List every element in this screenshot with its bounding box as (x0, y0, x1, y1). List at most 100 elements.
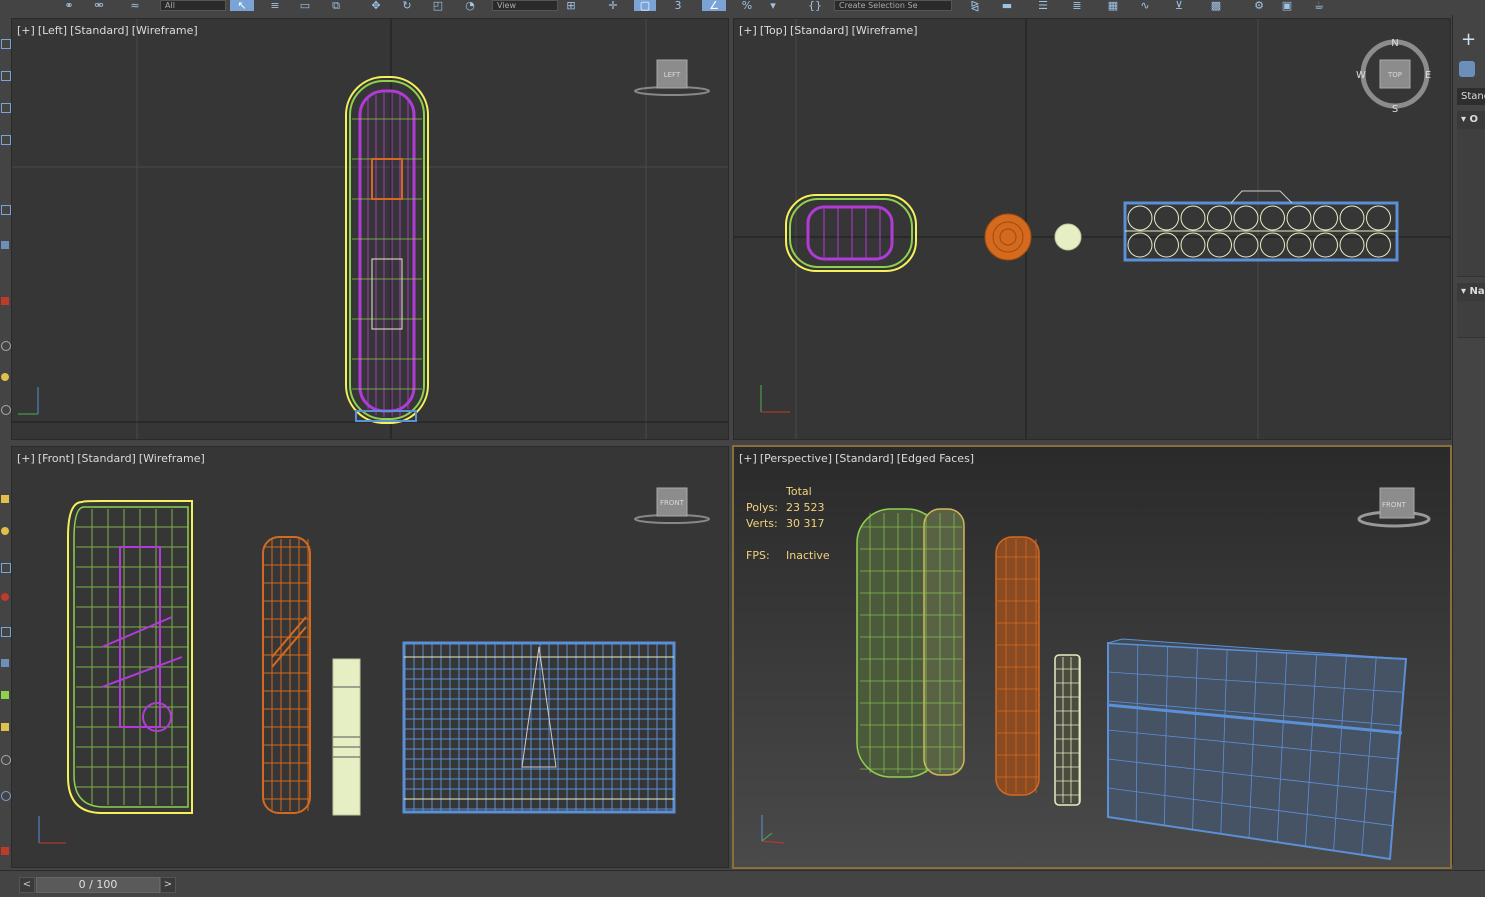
spinner-snap-icon[interactable]: ▾ (764, 0, 782, 12)
layer-explorer-icon[interactable]: ≣ (1066, 0, 1088, 12)
viewport-view-name[interactable]: [Top] (760, 24, 787, 37)
viewport-front[interactable]: FRONT [+] [Front] [Standard] [Wireframe] (11, 446, 729, 868)
orange-cylinder-top[interactable] (984, 213, 1032, 261)
viewport-standard[interactable]: [Standard] (77, 452, 136, 465)
viewport-label[interactable]: [+] [Top] [Standard] [Wireframe] (739, 24, 921, 37)
viewcube[interactable] (1357, 487, 1431, 528)
selection-filter-dropdown[interactable]: All (160, 0, 226, 11)
tool-icon[interactable] (1, 71, 11, 81)
curve-editor-icon[interactable]: ∿ (1134, 0, 1156, 12)
blue-box-front[interactable] (402, 641, 676, 814)
cream-stick-perspective[interactable] (1054, 654, 1081, 806)
manipulate-icon[interactable]: ✛ (602, 0, 624, 12)
object-category-dropdown[interactable]: Stand (1457, 88, 1485, 105)
viewport-shading-mode[interactable]: [Edged Faces] (897, 452, 974, 465)
schematic-view-icon[interactable]: ⊻ (1168, 0, 1190, 12)
object-type-rollout[interactable]: ▾ O (1457, 111, 1485, 129)
rotate-icon[interactable]: ↻ (398, 0, 416, 12)
tool-icon[interactable] (1, 341, 11, 351)
rect-selection-icon[interactable]: ▭ (296, 0, 314, 12)
window-crossing-icon[interactable]: ⧉ (326, 0, 346, 12)
tool-icon[interactable] (1, 135, 11, 145)
viewcube[interactable] (634, 487, 710, 524)
name-color-rollout[interactable]: ▾ Na (1457, 283, 1485, 301)
tool-icon[interactable] (1, 103, 11, 113)
percent-snap-icon[interactable]: % (736, 0, 758, 12)
viewport-menu[interactable]: [+] (17, 24, 35, 37)
device-front-wireframe[interactable] (67, 500, 193, 814)
viewport-view-name[interactable]: [Left] (38, 24, 67, 37)
render-icon[interactable]: ☕ (1308, 0, 1330, 12)
material-editor-icon[interactable]: ▩ (1204, 0, 1228, 12)
named-selection-field[interactable]: Create Selection Se (834, 0, 952, 11)
viewport-left[interactable]: LEFT [+] [Left] [Standard] [Wireframe] (11, 18, 729, 440)
viewport-menu[interactable]: [+] (739, 24, 757, 37)
reference-coordinate-dropdown[interactable]: View (492, 0, 558, 11)
blue-box-perspective[interactable] (1107, 638, 1408, 861)
tool-icon[interactable] (1, 373, 9, 381)
viewport-menu[interactable]: [+] (17, 452, 35, 465)
viewport-view-name[interactable]: [Front] (38, 452, 74, 465)
angle-snap-button[interactable]: ∠ (702, 0, 726, 12)
viewport-standard[interactable]: [Standard] (790, 24, 849, 37)
tool-icon[interactable] (1, 723, 9, 731)
tool-icon[interactable] (1, 791, 11, 801)
orange-cylinder-front[interactable] (262, 536, 311, 814)
geometry-icon[interactable] (1459, 61, 1475, 77)
ribbon-icon[interactable]: ▦ (1102, 0, 1124, 12)
tool-icon[interactable] (1, 847, 9, 855)
device-perspective[interactable] (856, 508, 965, 778)
keyboard-shortcut-button[interactable]: ▢ (634, 0, 656, 12)
viewport-label[interactable]: [+] [Front] [Standard] [Wireframe] (17, 452, 208, 465)
tool-icon[interactable] (1, 405, 11, 415)
viewport-shading-mode[interactable]: [Wireframe] (132, 24, 198, 37)
cream-stick-top[interactable] (1054, 223, 1082, 251)
link-icon[interactable]: ⚭ (62, 0, 76, 12)
select-by-name-icon[interactable]: ≡ (264, 0, 286, 12)
viewport-top[interactable]: TOP N S E W [+] [Top] [Standard] [Wireframe… (733, 18, 1451, 440)
viewport-standard[interactable]: [Standard] (835, 452, 894, 465)
rendered-frame-icon[interactable]: ▣ (1276, 0, 1298, 12)
viewcube-compass[interactable] (1360, 39, 1430, 109)
device-wireframe[interactable] (345, 76, 429, 424)
viewport-menu[interactable]: [+] (739, 452, 757, 465)
tool-icon[interactable] (1, 527, 9, 535)
scene-explorer-icon[interactable]: ☰ (1032, 0, 1054, 12)
bind-spacewarp-icon[interactable]: ≈ (126, 0, 144, 12)
snaps-icon[interactable]: 3 (668, 0, 688, 12)
tool-icon[interactable] (1, 691, 9, 699)
move-icon[interactable]: ✥ (366, 0, 386, 12)
viewport-standard[interactable]: [Standard] (70, 24, 129, 37)
device-top-wireframe[interactable] (785, 194, 917, 272)
tool-icon[interactable] (1, 563, 11, 573)
unlink-icon[interactable]: ⚮ (92, 0, 106, 12)
select-object-button[interactable]: ↖ (230, 0, 254, 12)
tool-icon[interactable] (1, 627, 11, 637)
align-icon[interactable]: ▬ (996, 0, 1018, 12)
viewport-label[interactable]: [+] [Left] [Standard] [Wireframe] (17, 24, 201, 37)
orange-cylinder-perspective[interactable] (995, 536, 1040, 796)
edit-named-selection-icon[interactable]: {} (804, 0, 826, 12)
tool-icon[interactable] (1, 755, 11, 765)
time-slider[interactable]: 0 / 100 (36, 877, 160, 893)
cream-stick-front[interactable] (332, 658, 361, 816)
tool-icon[interactable] (1, 297, 9, 305)
viewport-shading-mode[interactable]: [Wireframe] (852, 24, 918, 37)
next-frame-button[interactable]: > (160, 877, 176, 893)
tool-icon[interactable] (1, 495, 9, 503)
viewport-label[interactable]: [+] [Perspective] [Standard] [Edged Faces] (739, 452, 977, 465)
viewport-view-name[interactable]: [Perspective] (760, 452, 832, 465)
mirror-icon[interactable]: ⧎ (964, 0, 986, 12)
viewport-perspective[interactable]: FRONT [+] [Perspective] [Standard] [Edged F… (732, 445, 1452, 869)
prev-frame-button[interactable]: < (19, 877, 35, 893)
tool-icon[interactable] (1, 241, 9, 249)
tool-icon[interactable] (1, 39, 11, 49)
tool-icon[interactable] (1, 659, 9, 667)
render-setup-icon[interactable]: ⚙ (1248, 0, 1270, 12)
tool-icon[interactable] (1, 205, 11, 215)
pivot-icon[interactable]: ⊞ (560, 0, 582, 12)
tool-icon[interactable] (1, 593, 9, 601)
scale-icon[interactable]: ◰ (428, 0, 448, 12)
create-tab-icon[interactable]: + (1461, 29, 1476, 50)
place-icon[interactable]: ◔ (460, 0, 480, 12)
